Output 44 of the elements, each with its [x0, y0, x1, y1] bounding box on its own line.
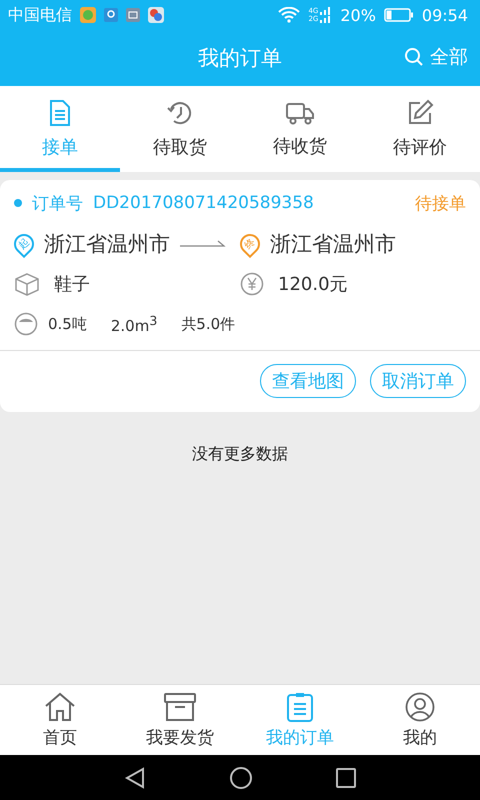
- home-button[interactable]: [229, 766, 253, 790]
- origin-city: 浙江省温州市: [44, 231, 170, 258]
- app-icon: [80, 7, 96, 23]
- order-status: 待接单: [415, 192, 466, 214]
- box-icon: [14, 272, 40, 296]
- price: 120.0元: [278, 273, 348, 296]
- back-button[interactable]: [123, 766, 147, 790]
- nav-item[interactable]: 我要发货: [120, 685, 240, 755]
- location-icon: [104, 8, 118, 22]
- search-icon: [404, 47, 424, 67]
- edit-icon: [406, 99, 434, 127]
- clock-icon: [166, 99, 194, 127]
- yen-icon: [240, 272, 264, 296]
- truck-icon: [285, 100, 315, 126]
- nav-item[interactable]: 首页: [0, 685, 120, 755]
- home-icon: [43, 692, 77, 722]
- page-title: 我的订单: [198, 45, 282, 72]
- battery-icon: [384, 8, 414, 22]
- user-icon: [405, 692, 435, 722]
- bullet-icon: [14, 199, 22, 207]
- image-icon: [126, 8, 140, 22]
- box-icon: [163, 692, 197, 722]
- no-more-data: 没有更多数据: [192, 444, 288, 463]
- order-tab[interactable]: 待取货: [120, 86, 240, 172]
- document-icon: [47, 99, 73, 127]
- carrier-name: 中国电信: [8, 4, 72, 26]
- volume: 2.0m$^{3}$: [110, 313, 158, 335]
- piece-count: 共5.0件: [181, 314, 236, 334]
- app-icon: [148, 7, 164, 23]
- wifi-icon: [278, 7, 300, 23]
- weight-icon: [14, 312, 38, 336]
- clock-time: 09:54: [422, 6, 468, 24]
- order-number: DD201708071420589358: [93, 193, 314, 213]
- order-number-label: 订单号: [32, 192, 83, 214]
- order-tab[interactable]: 待收货: [240, 86, 360, 172]
- destination-city: 浙江省温州市: [270, 231, 396, 258]
- weight: 0.5吨: [48, 314, 87, 334]
- clipboard-icon: [285, 692, 315, 722]
- nav-item[interactable]: 我的: [360, 685, 480, 755]
- battery-percent: 20%: [340, 6, 376, 24]
- signal-icon: [320, 6, 332, 24]
- recents-button[interactable]: [335, 766, 357, 788]
- goods-name: 鞋子: [54, 273, 90, 296]
- order-tab[interactable]: 待评价: [360, 86, 480, 172]
